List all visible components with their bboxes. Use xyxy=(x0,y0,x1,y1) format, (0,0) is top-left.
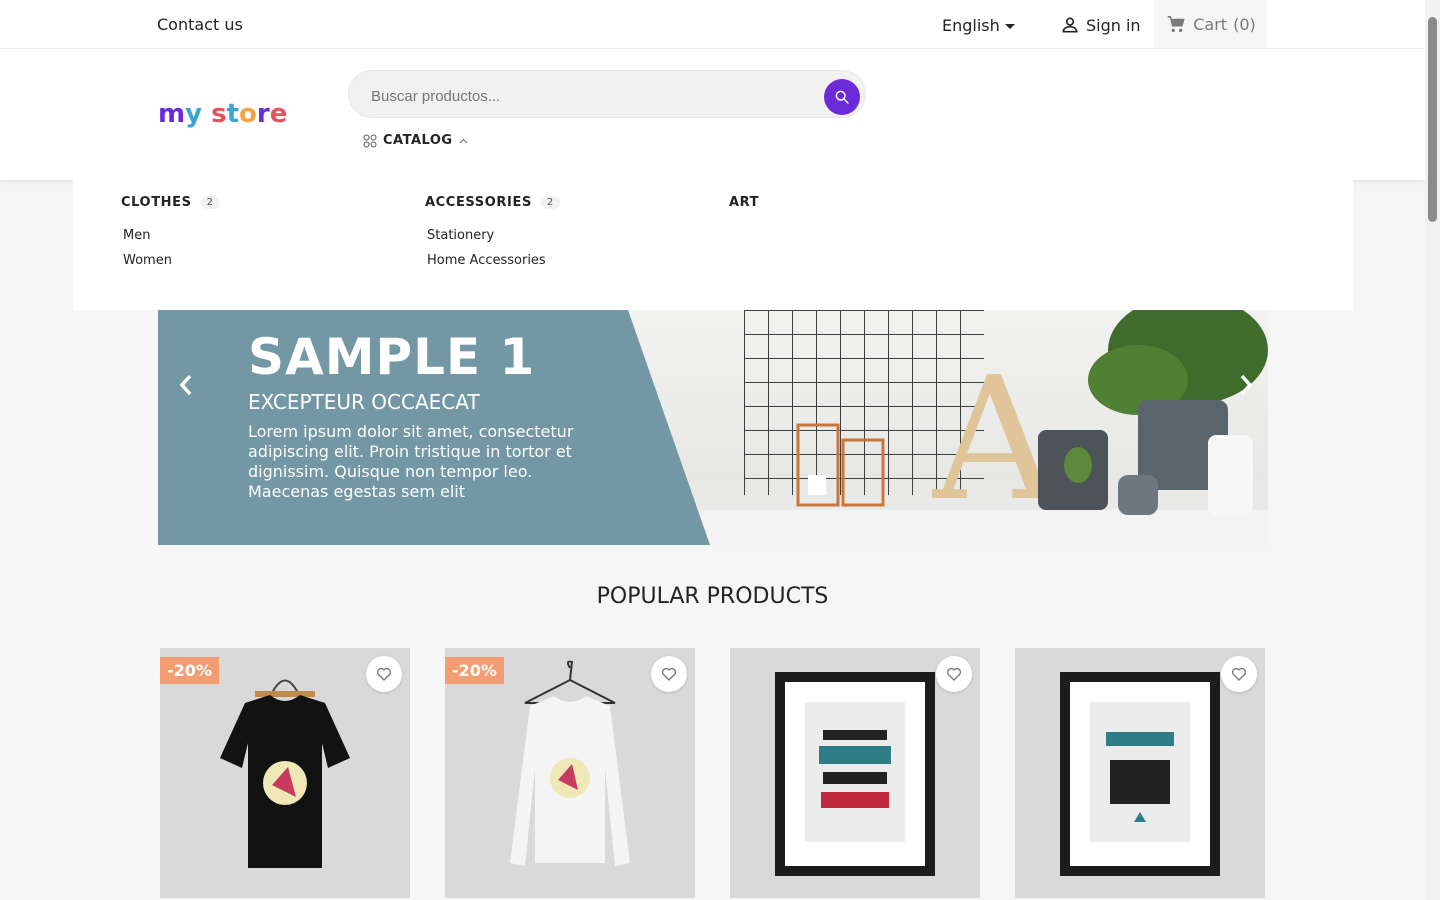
menu-item-men[interactable]: Men xyxy=(123,228,220,243)
category-count-badge: 2 xyxy=(200,196,220,209)
menu-column-art: ART xyxy=(729,195,759,210)
category-title: ART xyxy=(729,195,760,210)
catalog-menu-toggle[interactable]: CATALOG xyxy=(363,133,468,148)
search-button[interactable] xyxy=(824,79,860,115)
popular-products-title: POPULAR PRODUCTS xyxy=(596,584,829,609)
lantern-decor xyxy=(796,423,885,507)
language-label: English xyxy=(942,16,1000,35)
search-box xyxy=(348,70,866,118)
store-logo[interactable]: my store xyxy=(158,99,287,129)
menu-category-accessories[interactable]: ACCESSORIES 2 xyxy=(425,195,560,210)
slide-text: Lorem ipsum dolor sit amet, consectetur … xyxy=(248,422,574,501)
menu-column-clothes: CLOTHES 2 Men Women xyxy=(121,195,220,268)
category-count-badge: 2 xyxy=(540,196,560,209)
wishlist-button[interactable] xyxy=(936,656,972,692)
plant-pots-decor xyxy=(1038,310,1268,515)
heart-icon xyxy=(946,667,962,681)
catalog-mega-menu: CLOTHES 2 Men Women ACCESSORIES 2 Statio… xyxy=(73,180,1353,310)
page-scrollbar[interactable] xyxy=(1425,0,1440,900)
sign-in-link[interactable]: Sign in xyxy=(1060,15,1141,35)
search-icon xyxy=(835,90,849,104)
wishlist-button[interactable] xyxy=(651,656,687,692)
category-title: ACCESSORIES xyxy=(425,195,532,210)
slide-subtitle: EXCEPTEUR OCCAECAT xyxy=(248,390,480,414)
contact-us-link[interactable]: Contact us xyxy=(157,15,243,34)
cart-icon xyxy=(1168,15,1185,33)
sign-in-label: Sign in xyxy=(1086,15,1141,35)
wishlist-button[interactable] xyxy=(366,656,402,692)
slide-title: SAMPLE 1 xyxy=(248,328,536,386)
product-image xyxy=(775,672,935,876)
hero-slider: A SAMPLE 1 EXCEPTEUR OCCAECAT Lorem ipsu… xyxy=(158,310,1268,545)
site-header: my store CATALOG xyxy=(0,49,1425,180)
cart-label: Cart xyxy=(1193,14,1228,34)
menu-item-home-accessories[interactable]: Home Accessories xyxy=(427,253,560,268)
product-card[interactable]: -20% xyxy=(160,648,410,898)
scrollbar-thumb[interactable] xyxy=(1428,17,1437,222)
heart-icon xyxy=(376,667,392,681)
search-input[interactable] xyxy=(369,83,813,109)
language-selector[interactable]: English xyxy=(942,16,1015,35)
chevron-right-icon[interactable] xyxy=(1236,370,1256,400)
caret-down-icon xyxy=(1004,24,1015,29)
discount-flag: -20% xyxy=(445,657,504,684)
product-image xyxy=(220,679,350,868)
user-icon xyxy=(1062,17,1078,33)
product-card[interactable] xyxy=(730,648,980,898)
product-card[interactable]: -20% xyxy=(445,648,695,898)
catalog-label: CATALOG xyxy=(383,133,453,148)
chevron-left-icon[interactable] xyxy=(176,370,196,400)
menu-item-stationery[interactable]: Stationery xyxy=(427,228,560,243)
cart-button[interactable]: Cart (0) xyxy=(1154,0,1267,48)
product-card[interactable] xyxy=(1015,648,1265,898)
discount-flag: -20% xyxy=(160,657,219,684)
slide-image: A xyxy=(628,310,1268,545)
chevron-up-icon xyxy=(459,138,467,143)
grid-icon xyxy=(363,134,377,147)
menu-category-clothes[interactable]: CLOTHES 2 xyxy=(121,195,220,210)
menu-category-art[interactable]: ART xyxy=(729,195,759,210)
menu-column-accessories: ACCESSORIES 2 Stationery Home Accessorie… xyxy=(425,195,560,268)
top-bar: Contact us English Sign in Cart (0) xyxy=(0,0,1425,49)
product-image xyxy=(510,660,630,866)
cart-count: (0) xyxy=(1233,14,1256,34)
wishlist-button[interactable] xyxy=(1221,656,1257,692)
heart-icon xyxy=(1231,667,1247,681)
menu-item-women[interactable]: Women xyxy=(123,253,220,268)
category-title: CLOTHES xyxy=(121,195,192,210)
heart-icon xyxy=(661,667,677,681)
product-image xyxy=(1060,672,1220,876)
